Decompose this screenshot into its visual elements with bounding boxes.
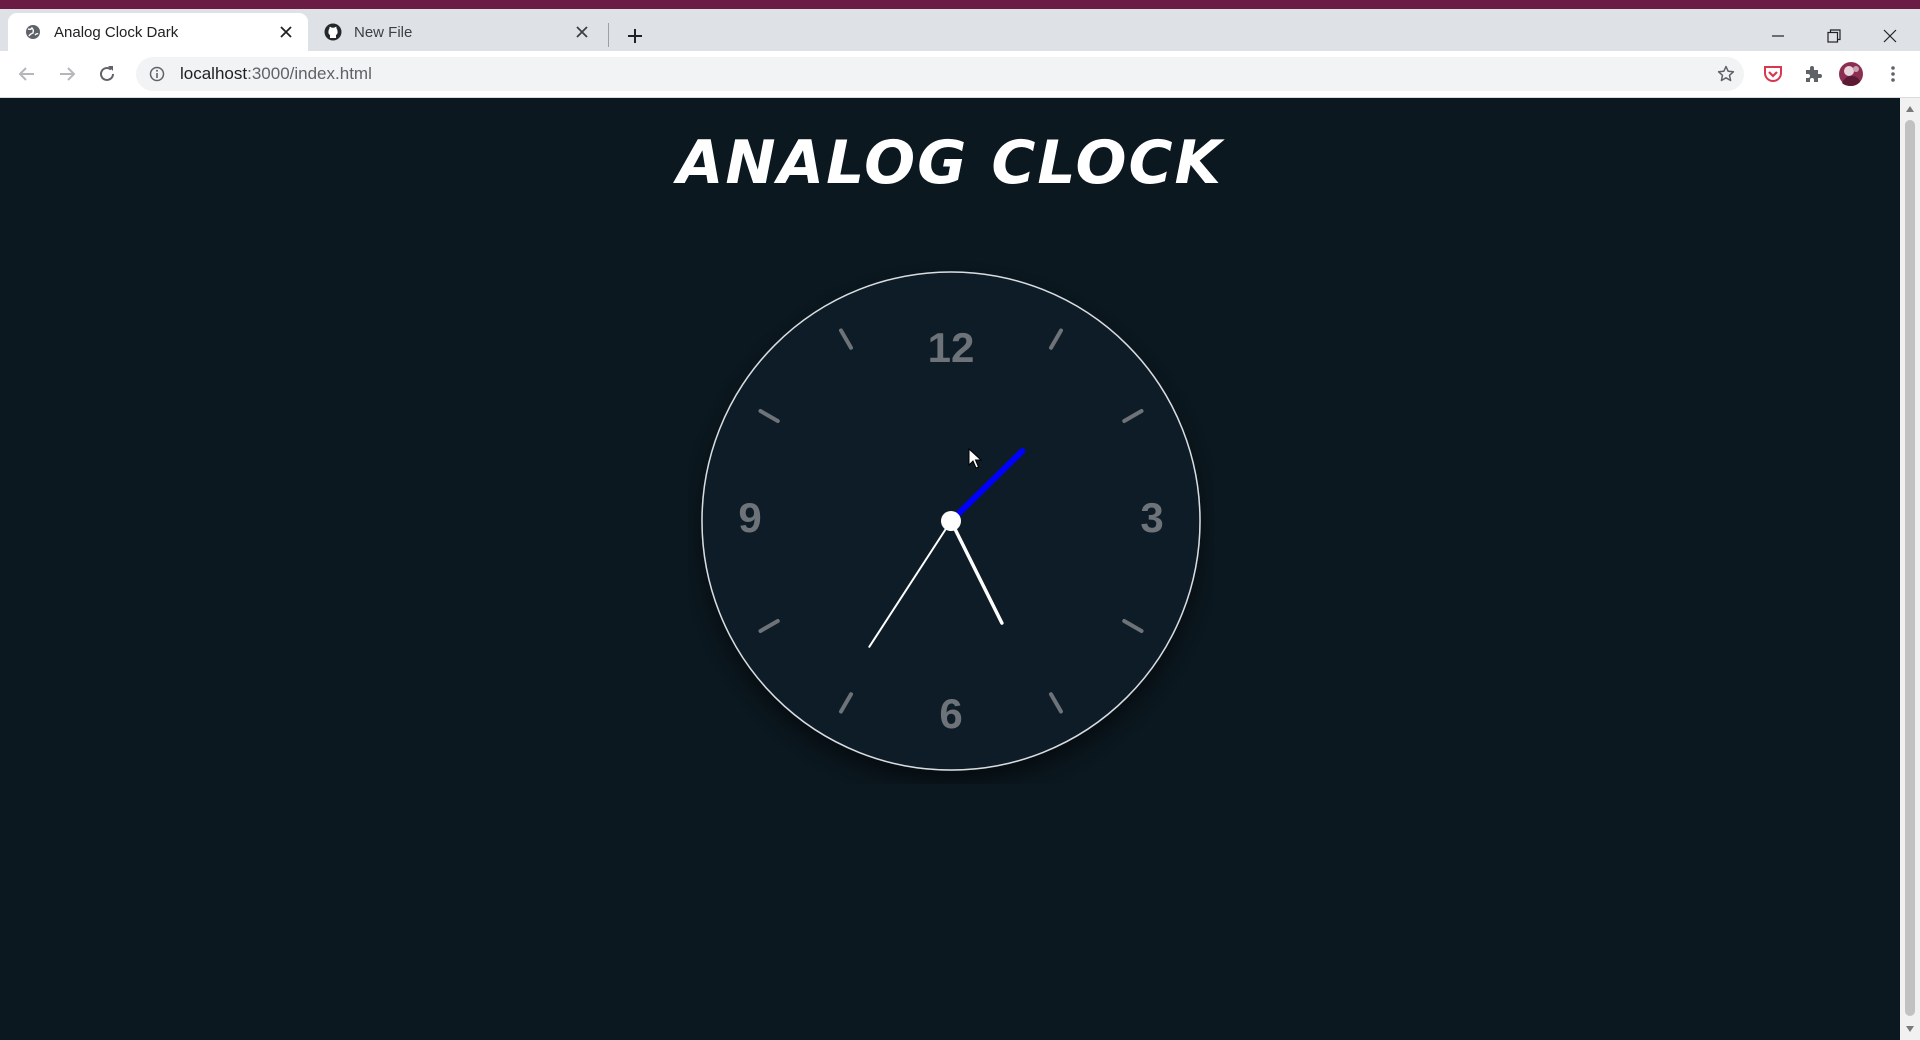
page-title: ANALOG CLOCK [677,128,1223,198]
minimize-icon [1772,35,1784,37]
url-path: :3000/index.html [247,64,372,83]
tab-new-file[interactable]: New File [308,13,604,51]
scroll-down-arrow-icon[interactable] [1905,1024,1915,1034]
tab-bar: Analog Clock Dark New File [0,9,1920,51]
back-arrow-icon [18,67,34,81]
clock-number-9: 9 [738,494,761,541]
vertical-scrollbar[interactable] [1900,98,1920,1040]
globe-icon [24,23,42,41]
close-icon[interactable] [276,22,296,42]
reload-icon [100,66,114,81]
close-window-button[interactable] [1862,18,1918,54]
forward-arrow-icon [60,67,76,81]
restore-button[interactable] [1806,18,1862,54]
address-bar[interactable]: localhost:3000/index.html [136,57,1744,91]
bookmark-star-icon[interactable] [1716,64,1736,84]
tab-analog-clock[interactable]: Analog Clock Dark [8,13,308,51]
close-icon[interactable] [572,22,592,42]
minimize-button[interactable] [1750,18,1806,54]
new-tab-button[interactable] [622,23,648,49]
clock-number-3: 3 [1140,494,1163,541]
mouse-cursor-icon [968,448,983,469]
analog-clock: 12 3 6 9 [688,258,1214,784]
restore-icon [1827,29,1841,43]
forward-button[interactable] [52,59,82,89]
pocket-extension-icon[interactable] [1760,61,1786,87]
plus-icon [628,29,642,43]
clock-center-pin [941,511,961,531]
clock-face-svg: 12 3 6 9 [701,271,1201,771]
github-icon [324,23,342,41]
clock-number-6: 6 [939,690,962,737]
url-host: localhost [180,64,248,83]
close-icon [1883,29,1897,43]
profile-avatar[interactable] [1838,61,1864,87]
window-top-strip [0,0,1920,9]
reload-button[interactable] [92,59,122,89]
page-viewport: ANALOG CLOCK 12 3 6 9 [0,98,1900,1040]
scroll-up-arrow-icon[interactable] [1905,104,1915,114]
tab-separator [608,23,609,47]
browser-toolbar: localhost:3000/index.html [0,51,1920,98]
clock-number-12: 12 [928,324,975,371]
url-text: localhost:3000/index.html [180,64,372,84]
tab-title: Analog Clock Dark [54,23,179,41]
menu-kebab-icon[interactable] [1880,61,1906,87]
scrollbar-thumb[interactable] [1905,120,1915,1016]
extensions-puzzle-icon[interactable] [1800,61,1826,87]
tab-title: New File [354,23,413,41]
back-button[interactable] [12,59,42,89]
info-icon[interactable] [148,65,166,83]
